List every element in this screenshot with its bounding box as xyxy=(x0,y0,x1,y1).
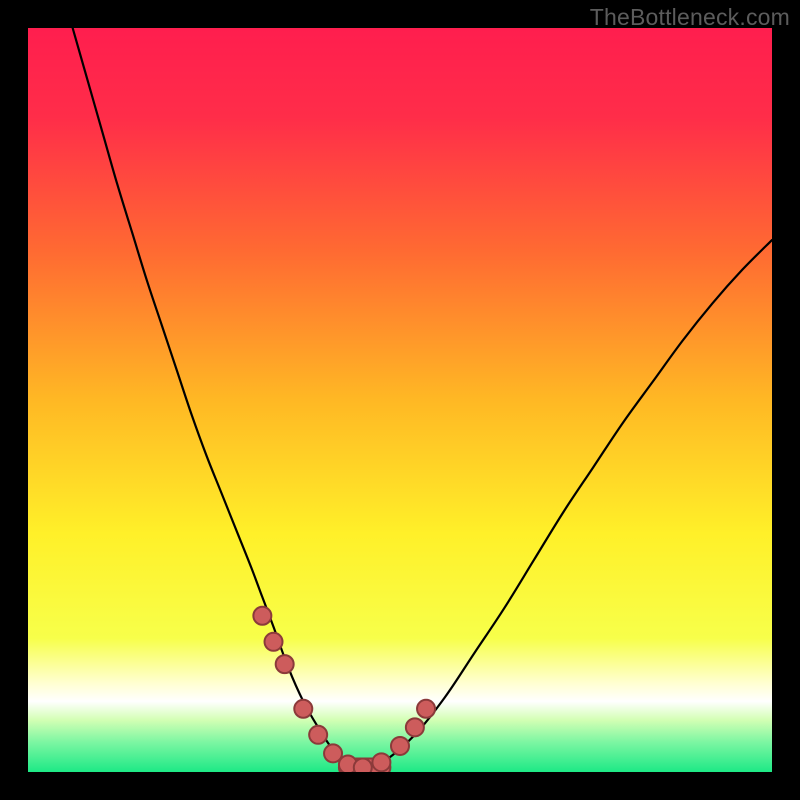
chart-frame: TheBottleneck.com xyxy=(0,0,800,800)
marker-dot xyxy=(406,718,424,736)
marker-dot xyxy=(294,700,312,718)
bottleneck-curve xyxy=(73,28,772,768)
plot-area xyxy=(28,28,772,772)
marker-dot xyxy=(354,759,372,772)
watermark-text: TheBottleneck.com xyxy=(590,4,790,31)
marker-dot xyxy=(391,737,409,755)
marker-dot xyxy=(265,633,283,651)
curve-layer xyxy=(28,28,772,772)
marker-dot xyxy=(372,753,390,771)
marker-dot xyxy=(309,726,327,744)
marker-dot xyxy=(417,700,435,718)
marker-dot xyxy=(276,655,294,673)
marker-cluster xyxy=(253,607,435,772)
marker-dot xyxy=(253,607,271,625)
